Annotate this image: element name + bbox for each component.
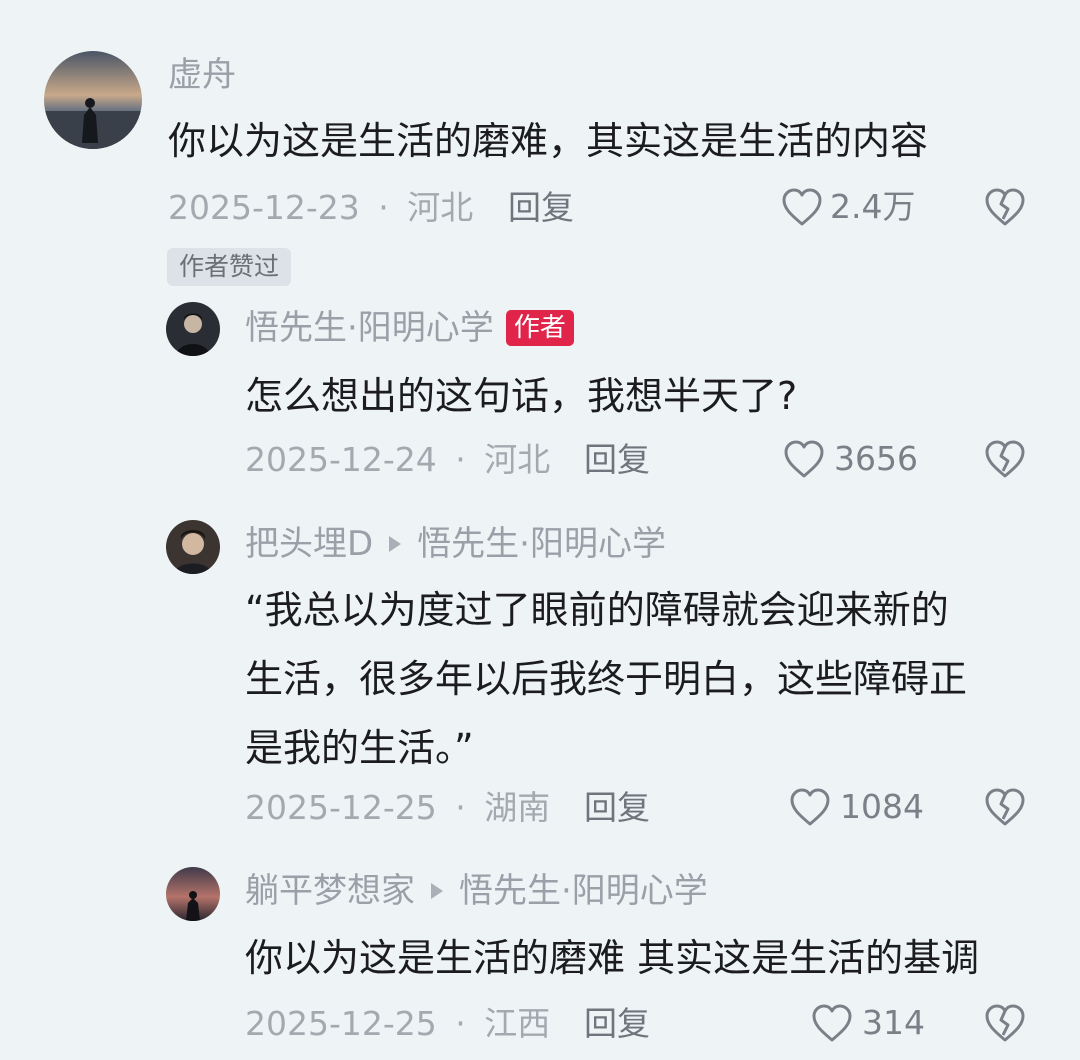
broken-heart-icon xyxy=(985,788,1025,826)
reply-button[interactable]: 回复 xyxy=(584,1004,650,1044)
comment-text-line: 生活，很多年以后我终于明白，这些障碍正 xyxy=(245,657,968,701)
like-count: 2.4万 xyxy=(830,187,916,226)
heart-outline-icon xyxy=(782,188,822,226)
author-liked-badge: 作者赞过 xyxy=(167,248,292,286)
commenter-name[interactable]: 把头埋D xyxy=(245,524,373,564)
commenter-row: 躺平梦想家 悟先生·阳明心学 xyxy=(245,871,708,911)
comment-location: 湖南 xyxy=(484,788,551,827)
reply-button[interactable]: 回复 xyxy=(508,188,574,228)
reply-to-name[interactable]: 悟先生·阳明心学 xyxy=(417,524,666,564)
commenter-row: 把头埋D 悟先生·阳明心学 xyxy=(245,524,666,564)
like-button[interactable]: 2.4万 xyxy=(780,186,915,228)
commenter-name[interactable]: 悟先生·阳明心学 xyxy=(245,308,494,348)
separator-dot: · xyxy=(455,788,466,827)
reply-button[interactable]: 回复 xyxy=(584,788,650,828)
commenter-row: 悟先生·阳明心学 作者 xyxy=(245,308,574,348)
heart-outline-icon xyxy=(790,788,830,826)
avatar[interactable] xyxy=(166,302,220,356)
comment-date: 2025-12-24 xyxy=(245,440,437,479)
comment-meta: 2025-12-23 · 河北 xyxy=(168,188,473,228)
avatar-image xyxy=(166,302,220,356)
reply-button[interactable]: 回复 xyxy=(584,440,650,480)
like-count: 3656 xyxy=(834,439,918,478)
comment-location: 江西 xyxy=(484,1004,551,1043)
separator-dot: · xyxy=(455,1004,466,1043)
commenter-name[interactable]: 躺平梦想家 xyxy=(245,871,415,911)
triangle-right-icon xyxy=(431,883,443,899)
comment-text: 你以为这是生活的磨难，其实这是生活的内容 xyxy=(168,119,929,163)
like-count: 1084 xyxy=(840,787,924,826)
triangle-right-icon xyxy=(389,536,402,552)
avatar-image xyxy=(166,520,220,574)
avatar-image xyxy=(166,867,220,921)
comment-meta: 2025-12-25 · 江西 xyxy=(245,1004,550,1044)
like-button[interactable]: 314 xyxy=(810,1002,925,1044)
avatar[interactable] xyxy=(166,867,220,921)
heart-outline-icon xyxy=(784,440,824,478)
like-count: 314 xyxy=(862,1003,925,1042)
comment-date: 2025-12-23 xyxy=(168,188,360,227)
dislike-button[interactable] xyxy=(983,1002,1027,1048)
comment-text: 怎么想出的这句话，我想半天了? xyxy=(245,374,798,418)
dislike-button[interactable] xyxy=(983,786,1027,832)
avatar-image xyxy=(44,51,142,149)
comment-meta: 2025-12-25 · 湖南 xyxy=(245,788,550,828)
comment-text-line: 是我的生活。” xyxy=(245,726,474,770)
reply-to-name[interactable]: 悟先生·阳明心学 xyxy=(459,871,708,911)
broken-heart-icon xyxy=(985,1004,1025,1042)
author-tag: 作者 xyxy=(505,310,574,346)
dislike-button[interactable] xyxy=(983,438,1027,484)
comment-date: 2025-12-25 xyxy=(245,1004,437,1043)
separator-dot: · xyxy=(378,188,389,227)
dislike-button[interactable] xyxy=(983,186,1027,232)
comment-text: 你以为这是生活的磨难 其实这是生活的基调 xyxy=(245,936,980,980)
separator-dot: · xyxy=(455,440,466,479)
avatar[interactable] xyxy=(166,520,220,574)
commenter-name[interactable]: 虚舟 xyxy=(168,55,236,95)
like-button[interactable]: 3656 xyxy=(782,438,918,480)
avatar[interactable] xyxy=(44,51,142,149)
comment-location: 河北 xyxy=(484,440,551,479)
comment-meta: 2025-12-24 · 河北 xyxy=(245,440,550,480)
comment-location: 河北 xyxy=(407,188,474,227)
heart-outline-icon xyxy=(812,1004,852,1042)
broken-heart-icon xyxy=(985,440,1025,478)
comment-date: 2025-12-25 xyxy=(245,788,437,827)
broken-heart-icon xyxy=(985,188,1025,226)
comment-text-line: “我总以为度过了眼前的障碍就会迎来新的 xyxy=(245,588,949,632)
comment-text: “我总以为度过了眼前的障碍就会迎来新的 生活，很多年以后我终于明白，这些障碍正 … xyxy=(245,582,967,776)
like-button[interactable]: 1084 xyxy=(788,786,924,828)
